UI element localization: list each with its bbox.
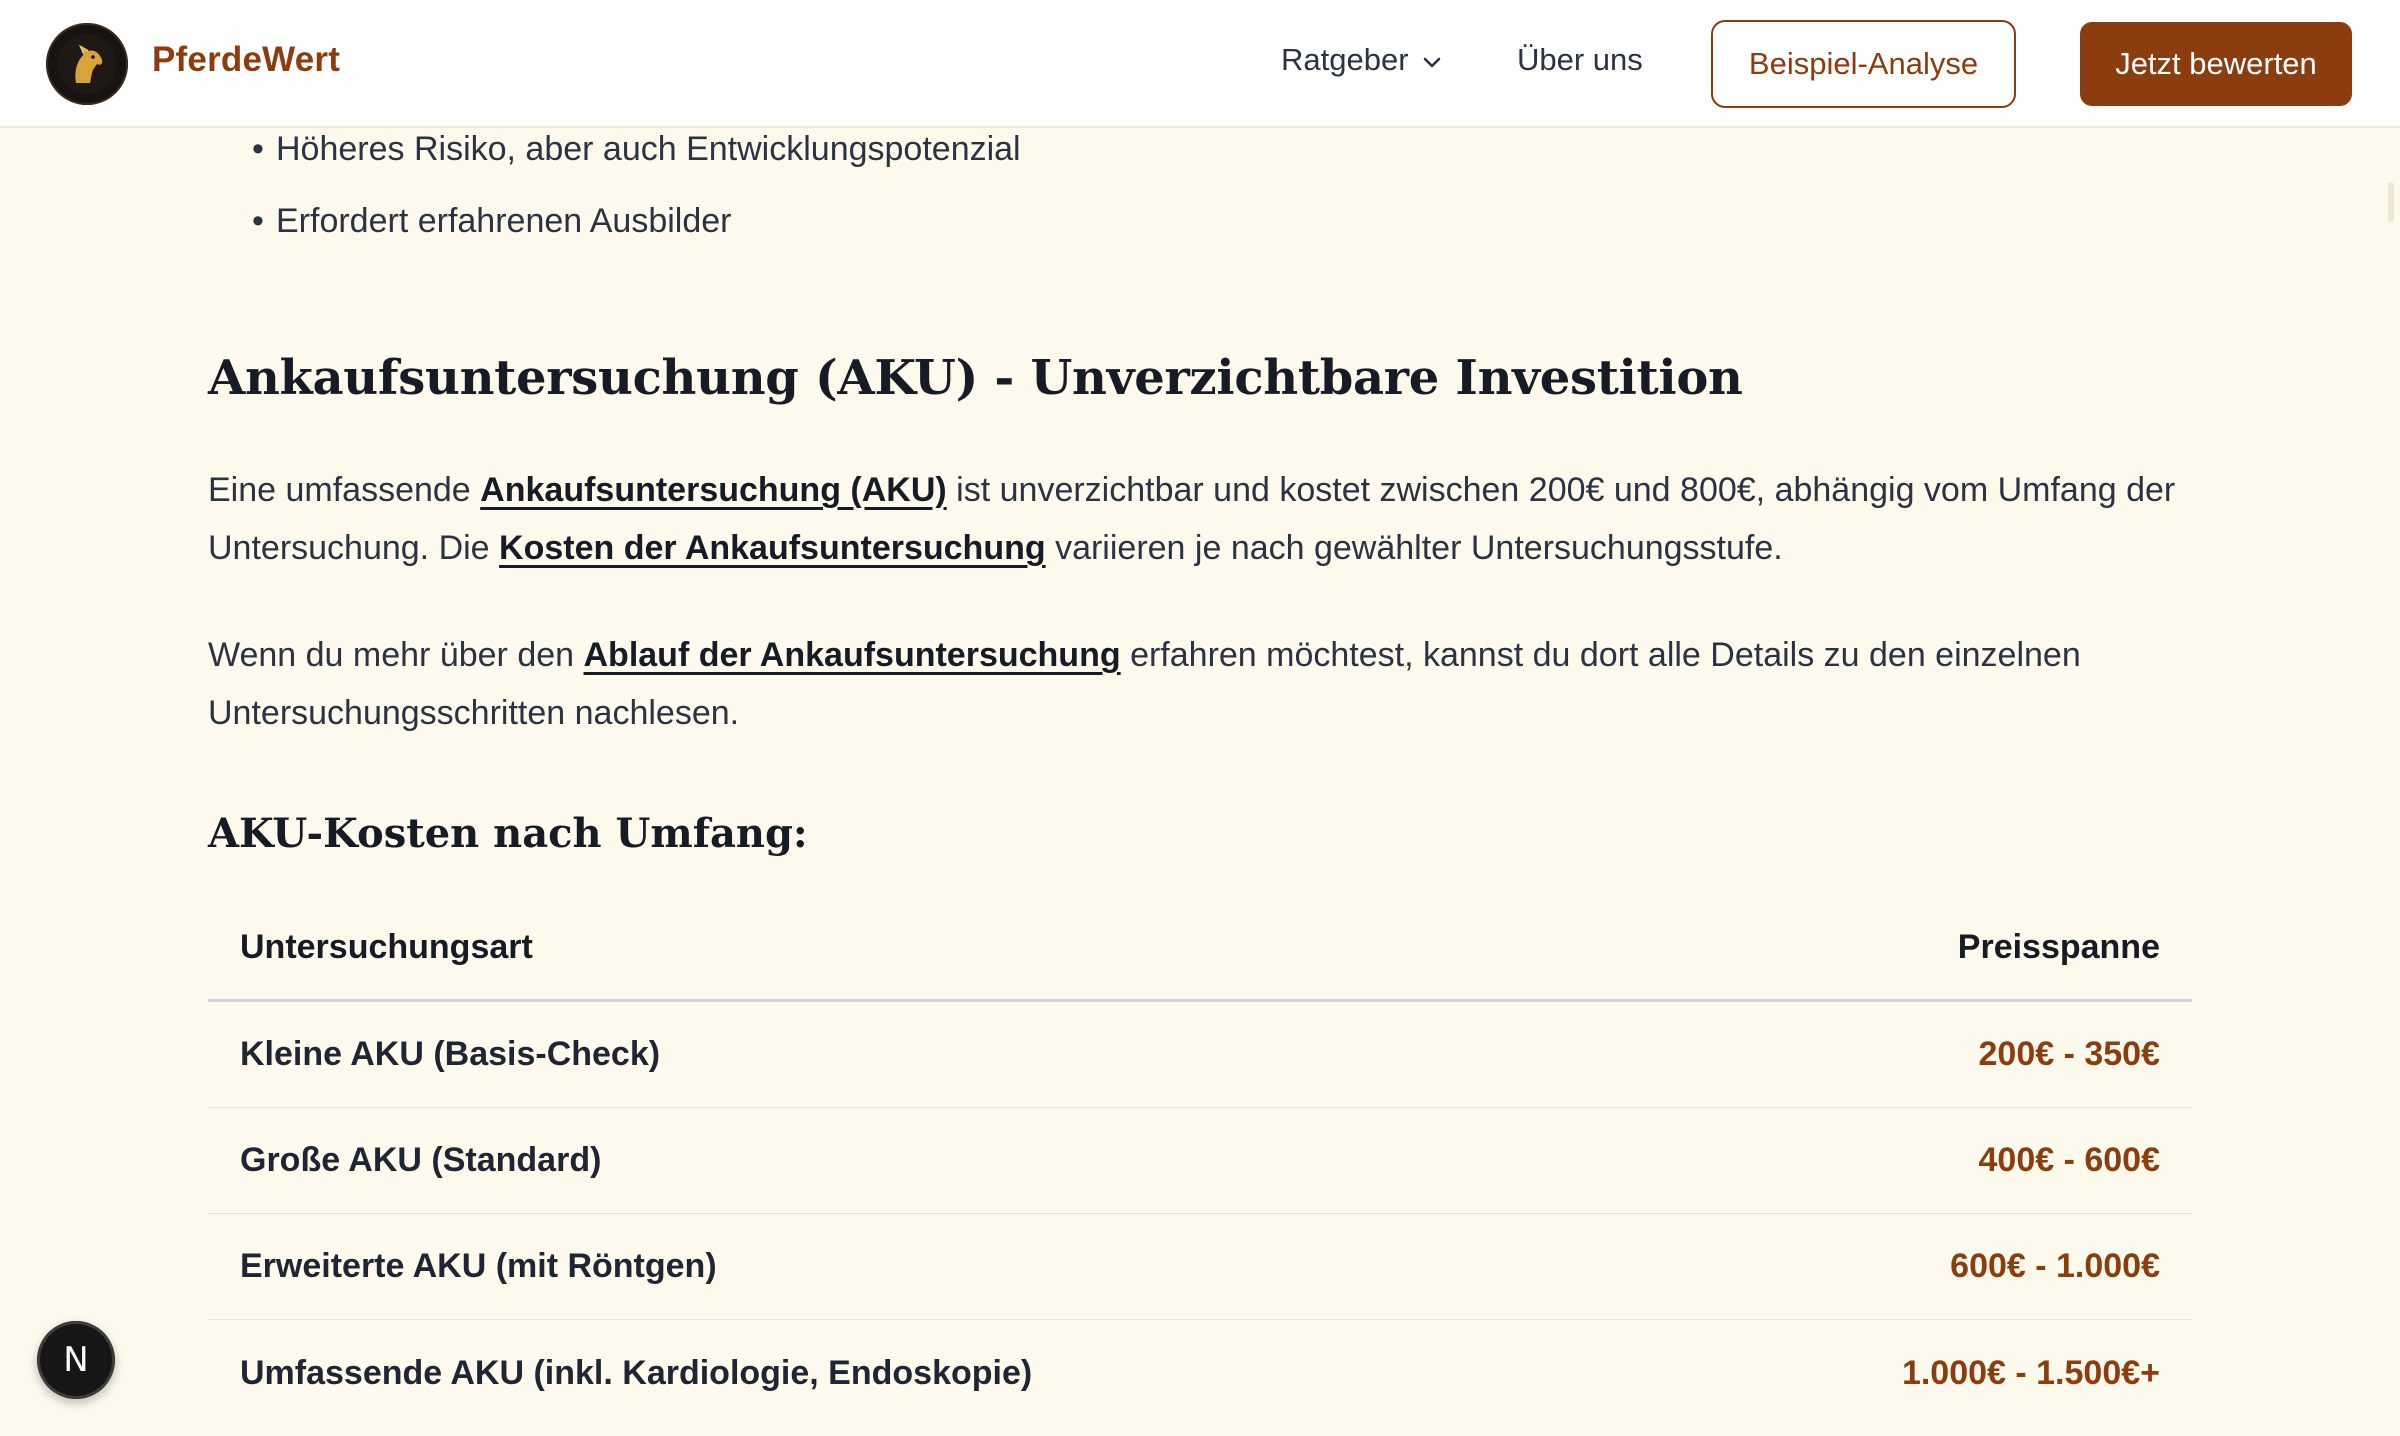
brand-name[interactable]: PferdeWert	[152, 40, 340, 80]
text: Wenn du mehr über den	[208, 636, 584, 674]
nav-ueber-uns[interactable]: Über uns	[1517, 42, 1643, 78]
aku-cost-table: Untersuchungsart Preisspanne Kleine AKU …	[208, 896, 2192, 1426]
link-ankaufsuntersuchung[interactable]: Ankaufsuntersuchung (AKU)	[480, 471, 947, 509]
row-type: Große AKU (Standard)	[240, 1141, 602, 1179]
horse-logo-icon[interactable]	[46, 23, 128, 105]
link-ablauf-ankaufsuntersuchung[interactable]: Ablauf der Ankaufsuntersuchung	[584, 636, 1121, 674]
chevron-down-icon	[1419, 47, 1445, 73]
text: Eine umfassende	[208, 471, 481, 509]
row-price: 200€ - 350€	[1978, 1035, 2161, 1073]
jetzt-bewerten-button[interactable]: Jetzt bewerten	[2080, 22, 2352, 106]
column-header-type: Untersuchungsart	[240, 928, 533, 966]
list-item: • Höheres Risiko, aber auch Entwicklungsp…	[252, 130, 1021, 168]
row-price: 600€ - 1.000€	[1950, 1247, 2160, 1285]
row-type: Erweiterte AKU (mit Röntgen)	[240, 1247, 717, 1285]
row-price: 1.000€ - 1.500€+	[1901, 1353, 2160, 1392]
beispiel-analyse-button[interactable]: Beispiel-Analyse	[1711, 20, 2016, 108]
table-row: Erweiterte AKU (mit Röntgen) 600€ - 1.00…	[208, 1214, 2192, 1320]
link-kosten-ankaufsuntersuchung[interactable]: Kosten der Ankaufsuntersuchung	[499, 529, 1046, 567]
section-title: Ankaufsuntersuchung (AKU) - Unverzichtba…	[208, 350, 1743, 406]
text: variieren je nach gewählter Untersuchung…	[1045, 529, 1783, 567]
scrollbar[interactable]	[2388, 182, 2394, 222]
row-price: 400€ - 600€	[1978, 1141, 2161, 1179]
row-type: Kleine AKU (Basis-Check)	[240, 1035, 661, 1073]
subsection-title: AKU-Kosten nach Umfang:	[208, 810, 808, 857]
paragraph-aku-ablauf: Wenn du mehr über den Ablauf der Ankaufs…	[208, 626, 2208, 742]
paragraph-aku-intro: Eine umfassende Ankaufsuntersuchung (AKU…	[208, 461, 2208, 577]
table-row: Kleine AKU (Basis-Check) 200€ - 350€	[208, 1002, 2192, 1108]
list-item-text: Erfordert erfahrenen Ausbilder	[276, 202, 732, 240]
list-item: • Erfordert erfahrenen Ausbilder	[252, 202, 732, 240]
column-header-price: Preisspanne	[1957, 928, 2160, 966]
table-row: Große AKU (Standard) 400€ - 600€	[208, 1108, 2192, 1214]
list-item-text: Höheres Risiko, aber auch Entwicklungspo…	[276, 130, 1021, 168]
row-type: Umfassende AKU (inkl. Kardiologie, Endos…	[240, 1353, 1033, 1392]
table-header: Untersuchungsart Preisspanne	[208, 896, 2192, 1002]
nav-ratgeber-label: Ratgeber	[1281, 42, 1409, 77]
nav-ratgeber[interactable]: Ratgeber	[1281, 42, 1445, 78]
site-header: PferdeWert Ratgeber Über uns Beispiel-An…	[0, 0, 2400, 128]
table-row: Umfassende AKU (inkl. Kardiologie, Endos…	[208, 1320, 2192, 1426]
dev-tools-badge[interactable]: N	[37, 1321, 115, 1399]
